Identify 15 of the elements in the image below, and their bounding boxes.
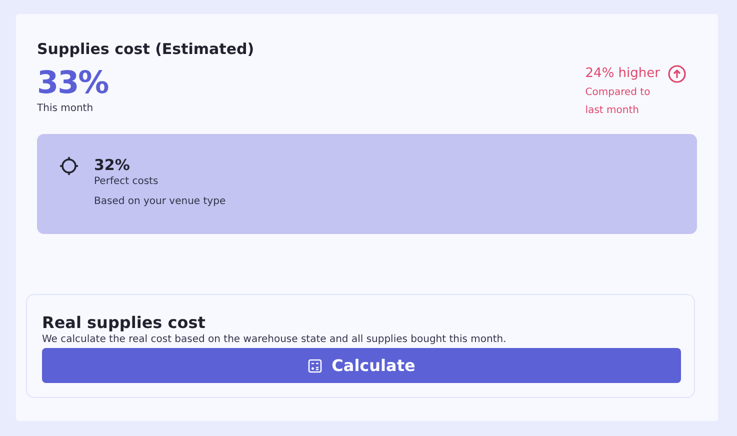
section-description: We calculate the real cost based on the warehouse state and all supplies bought this month.: [42, 333, 508, 347]
card-title: Supplies cost (Estimated): [37, 40, 254, 58]
target-label: Perfect costs: [94, 174, 160, 188]
arrow-up-icon: [668, 64, 686, 83]
section-title: Real supplies cost: [42, 313, 206, 333]
trend-label: 24% higher: [585, 65, 660, 83]
comparison-note: Compared to: [585, 86, 652, 100]
target-note: Based on your venue type: [94, 194, 226, 208]
crosshair-icon: [59, 156, 79, 176]
target-value: 32%: [94, 154, 131, 174]
comparison-note: last month: [585, 104, 640, 118]
period-label: This month: [37, 102, 94, 116]
calculator-icon: [308, 358, 322, 372]
percentage-value: 33%: [37, 65, 110, 101]
calculate-button[interactable]: Calculate: [42, 348, 681, 383]
